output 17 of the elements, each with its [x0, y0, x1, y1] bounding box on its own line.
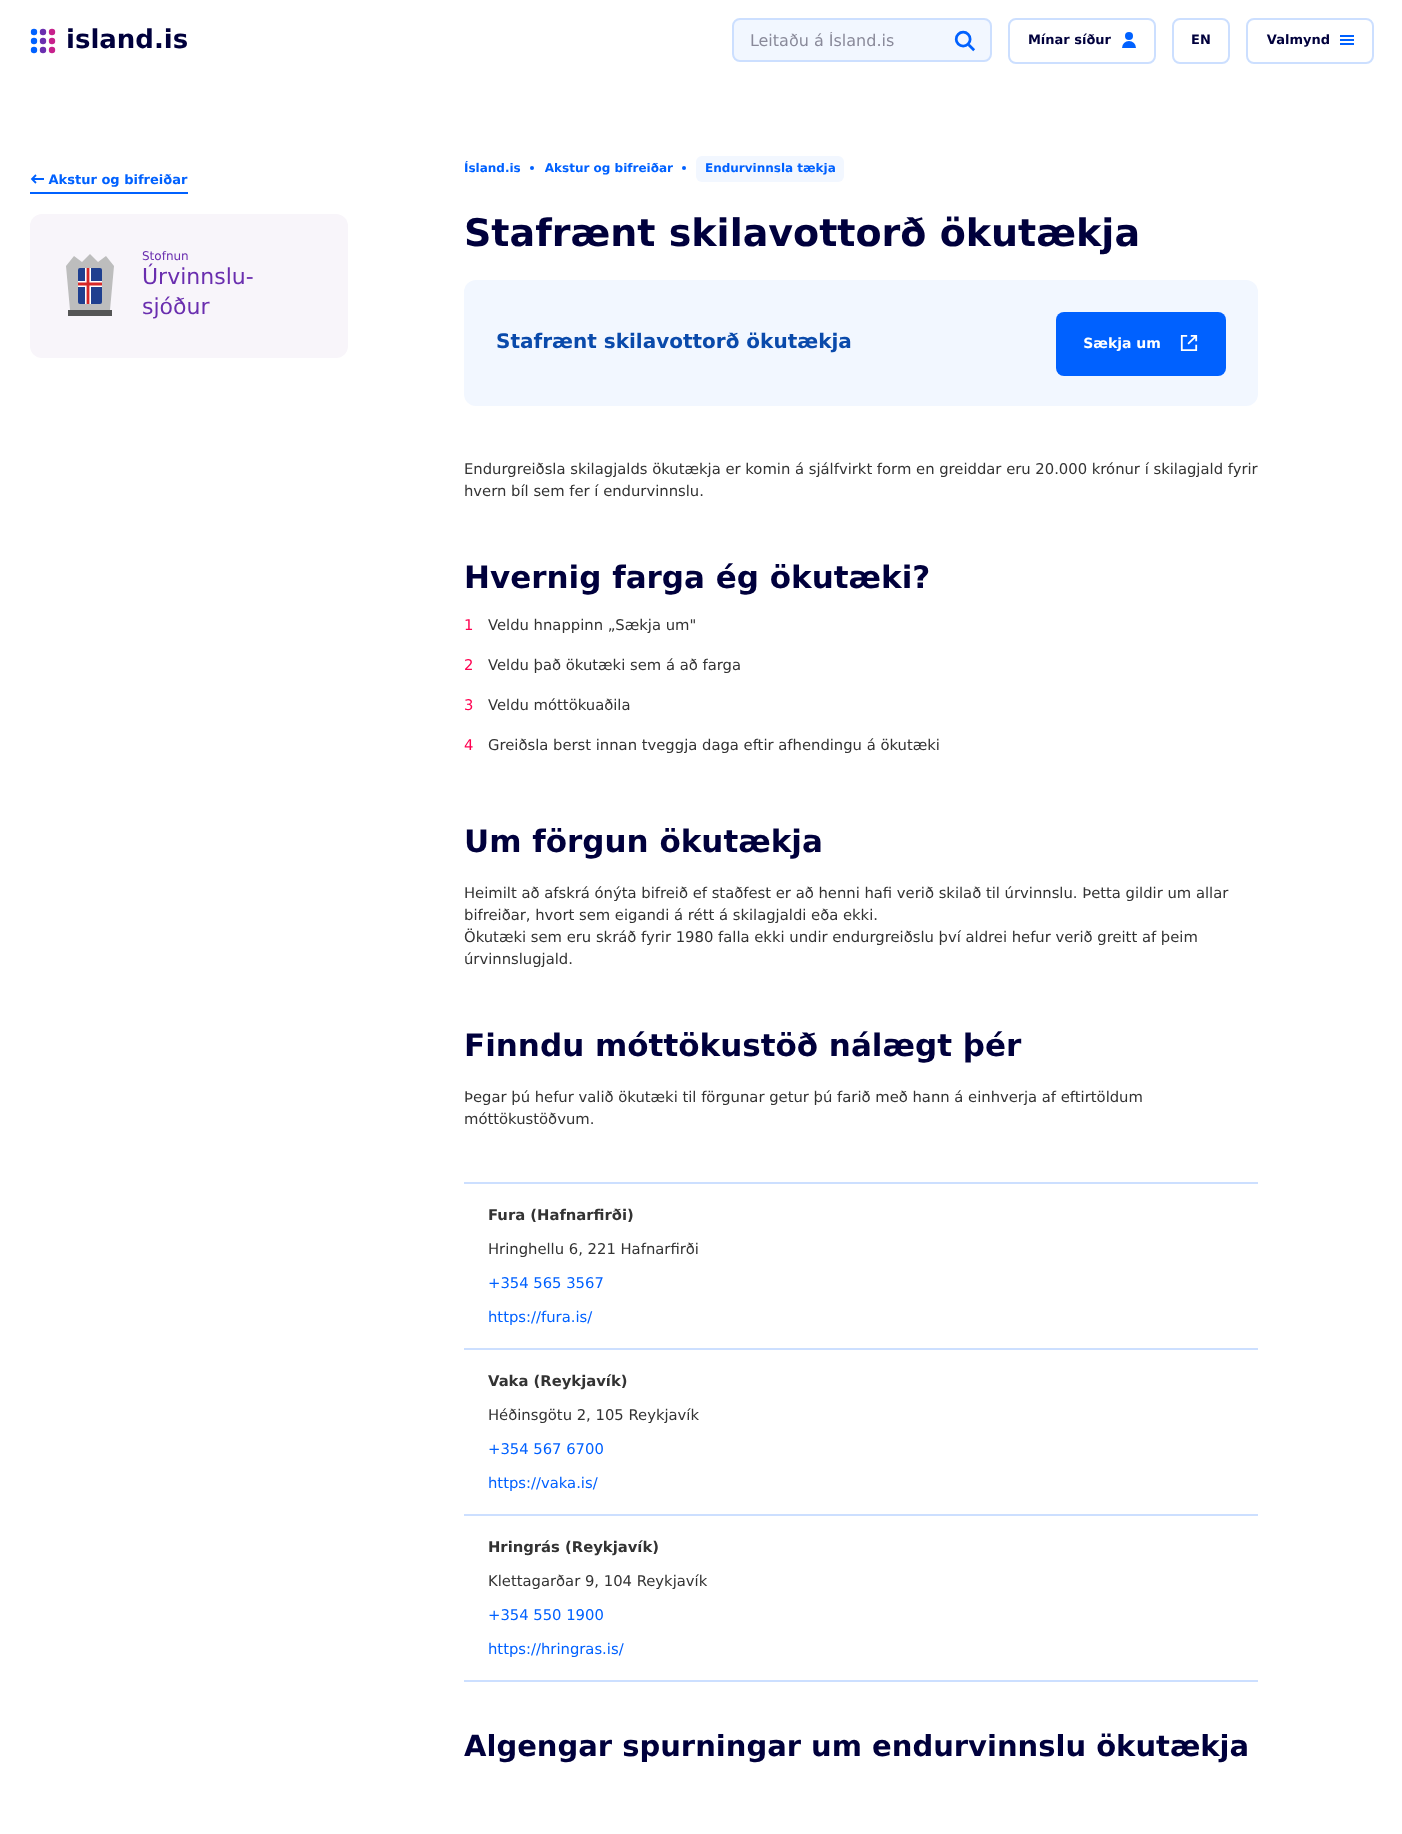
section-heading: Um förgun ökutækja — [464, 824, 825, 860]
search-icon — [953, 29, 976, 51]
external-link-icon — [1180, 334, 1199, 352]
arrow-left-icon — [30, 174, 44, 184]
breadcrumb-separator — [530, 166, 535, 170]
logo-text[interactable]: island.is — [66, 25, 189, 55]
page-title: Stafrænt skilavottorð ökutækja — [464, 212, 1143, 256]
section-heading: Hvernig farga ég ökutæki? — [464, 560, 933, 596]
section-heading: Algengar spurningar um endurvinnslu ökutækja — [464, 1732, 1252, 1764]
user-icon — [1121, 32, 1136, 48]
coat-of-arms-icon — [60, 250, 120, 322]
section-heading: Finndu móttökustöð nálægt þér — [464, 1028, 1024, 1064]
logo-icon — [30, 27, 56, 53]
organization-name: Úrvinnslu-sjóður — [142, 264, 256, 322]
breadcrumb-separator — [682, 166, 687, 170]
menu-icon — [1340, 34, 1354, 46]
card-title: Stafrænt skilavottorð ökutækja — [496, 332, 852, 354]
